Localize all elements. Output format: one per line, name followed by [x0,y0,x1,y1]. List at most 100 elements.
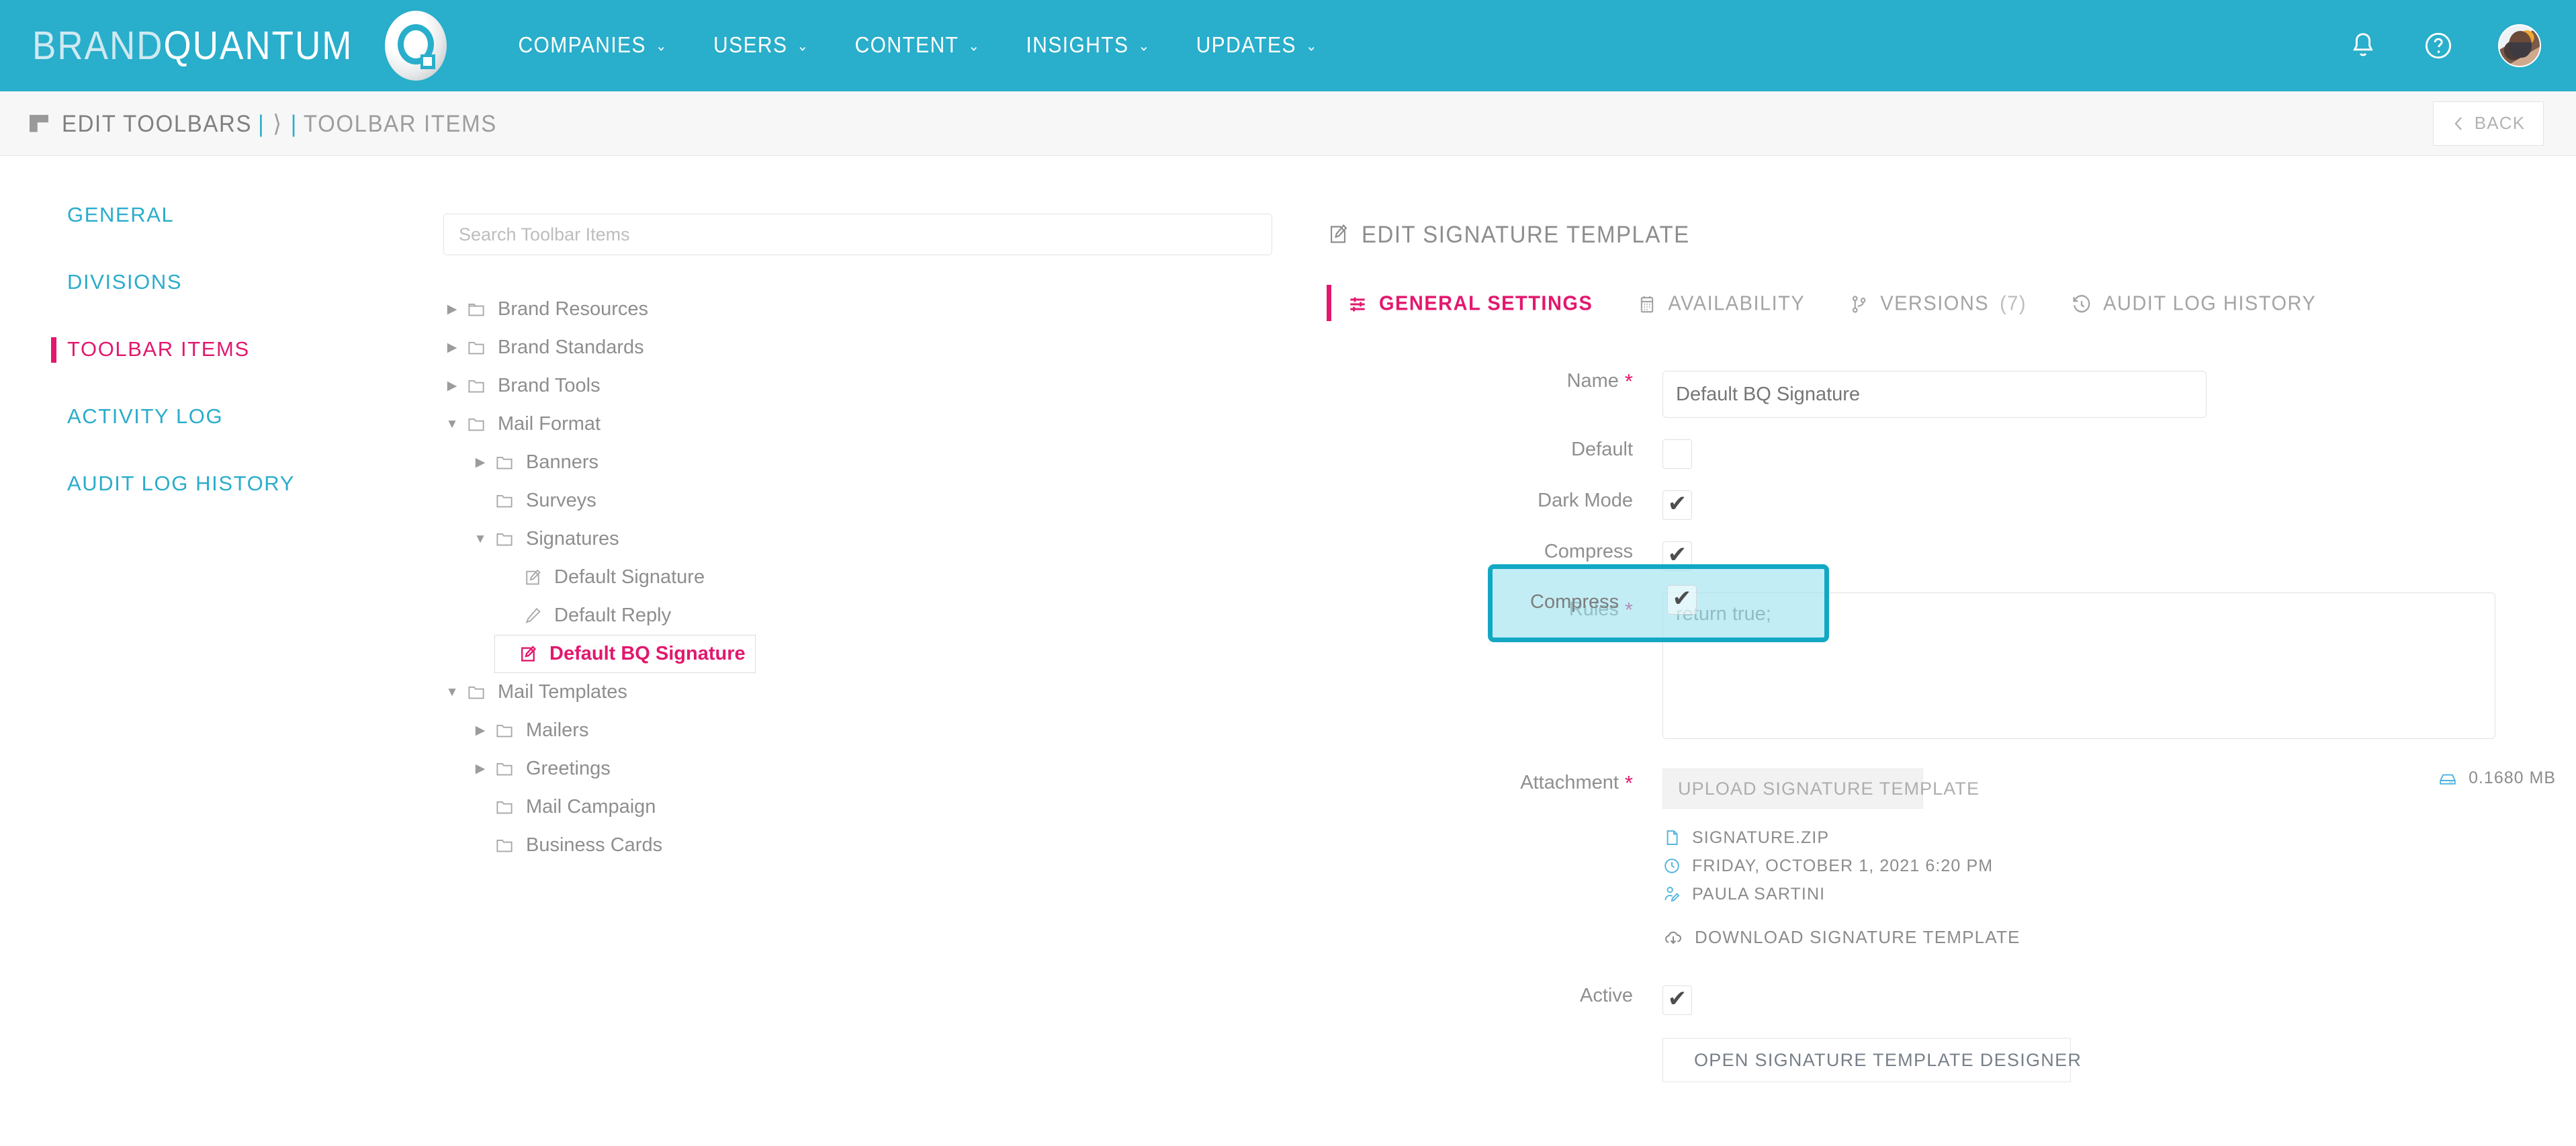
tree-node-label: Business Cards [526,834,663,856]
attachment-block: UPLOAD SIGNATURE TEMPLATE 0.1680 MB SIGN… [1662,768,2556,948]
general-settings-form: Name * Default ✔ Dark Mode ✔ Compress [1327,370,2556,1082]
header-actions [2348,24,2541,67]
nav-item-insights[interactable]: INSIGHTS ⌄ [1004,33,1173,58]
clock-icon [1664,858,1679,873]
tree-node-mail-format[interactable]: ▼ Mail Format [443,405,1290,443]
chevron-down-icon[interactable]: ▼ [472,531,489,548]
breadcrumb-separator-2: | [290,109,298,136]
tree-node-brand-tools[interactable]: ▶ Brand Tools [443,367,1290,405]
tree-node-default-reply[interactable]: ▶ Default Reply [443,597,1290,635]
bell-icon[interactable] [2348,30,2379,61]
compress-label: Compress [1327,541,1662,563]
main-menu: COMPANIES ⌄ USERS ⌄ CONTENT ⌄ INSIGHTS ⌄… [495,33,1341,58]
tree-node-mailers[interactable]: ▶ Mailers [443,711,1290,750]
tab-label: AVAILABILITY [1668,292,1806,315]
search-input[interactable] [443,214,1272,255]
file-size-label: 0.1680 MB [2469,768,2556,787]
nav-item-companies[interactable]: COMPANIES ⌄ [495,33,691,58]
tree-node-label: Mailers [526,719,589,741]
sidebar-item-divisions[interactable]: DIVISIONS [0,249,416,316]
tree-node-default-bq-signature[interactable]: ▶ Default BQ Signature [494,635,756,673]
upload-signature-template-button[interactable]: UPLOAD SIGNATURE TEMPLATE [1662,768,1979,809]
tab-label: GENERAL SETTINGS [1379,292,1593,315]
tab-general-settings[interactable]: GENERAL SETTINGS [1347,292,1593,316]
chevron-right-icon[interactable]: ▶ [443,339,461,357]
rules-textarea[interactable]: return true; [1662,592,2495,739]
check-mark-icon: ✔ [1667,986,1687,1012]
logo-tail-cut [423,57,433,66]
nav-item-users[interactable]: USERS ⌄ [691,33,832,58]
tree-node-business-cards[interactable]: ▶ Business Cards [443,826,1290,865]
field-row-compress: Compress ✔ [1327,541,2556,571]
brand-logotype-suffix: QUANTUM [163,23,353,69]
sidebar-item-activity-log[interactable]: ACTIVITY LOG [0,383,416,450]
breadcrumb-edit-toolbars[interactable]: EDIT TOOLBARS [62,109,252,137]
brand-logotype[interactable]: BRANDQUANTUM [32,23,353,69]
compress-checkbox[interactable]: ✔ [1662,541,1692,571]
toolbar-items-tree: ▶ Brand Resources ▶ Brand Standards ▶ Br… [443,290,1290,865]
attachment-file-name: SIGNATURE.ZIP [1692,828,1830,847]
attachment-label-text: Attachment [1520,772,1619,793]
nav-item-updates[interactable]: UPDATES ⌄ [1173,33,1341,58]
name-input[interactable] [1662,371,2207,418]
avatar[interactable] [2498,24,2541,67]
signature-edit-icon [1331,224,1347,243]
name-label-text: Name [1566,370,1619,392]
open-signature-template-designer-button[interactable]: OPEN SIGNATURE TEMPLATE DESIGNER [1662,1038,2081,1082]
back-button[interactable]: BACK [2433,101,2544,146]
nav-item-label: COMPANIES [518,33,646,58]
field-row-name: Name * [1327,370,2556,418]
folder-icon [496,762,513,775]
tree-node-label: Brand Tools [498,375,601,396]
sidebar-item-general[interactable]: GENERAL [0,181,416,249]
sidebar-item-audit-log-history[interactable]: AUDIT LOG HISTORY [0,450,416,517]
tree-node-brand-resources[interactable]: ▶ Brand Resources [443,290,1290,328]
nav-item-label: USERS [713,33,788,58]
tree-node-greetings[interactable]: ▶ Greetings [443,750,1290,788]
brand-logotype-prefix: BRAND [32,23,164,69]
pen-icon [525,607,541,623]
compress-highlight-checkbox[interactable]: ✔ [1667,585,1697,615]
brandquantum-q-logo-icon[interactable] [385,11,447,81]
field-row-rules: Rules * return true; [1327,592,2556,739]
question-circle-icon[interactable] [2423,30,2454,61]
chevron-right-icon[interactable]: ▶ [472,454,489,472]
compress-label-text: Compress [1544,541,1633,562]
tree-node-banners[interactable]: ▶ Banners [443,443,1290,482]
settings-sidebar: GENERAL DIVISIONS TOOLBAR ITEMS ACTIVITY… [0,181,416,517]
edit-signature-template-panel: EDIT SIGNATURE TEMPLATE GENERAL SETTINGS… [1327,220,2556,1082]
name-label: Name * [1327,370,1662,392]
tree-node-mail-templates[interactable]: ▼ Mail Templates [443,673,1290,711]
chevron-right-icon[interactable]: ▶ [472,722,489,740]
dark-mode-checkbox[interactable]: ✔ [1662,490,1692,520]
tab-version-count: (7) [2000,292,2027,315]
tree-node-mail-campaign[interactable]: ▶ Mail Campaign [443,788,1290,826]
tab-versions[interactable]: VERSIONS (7) [1849,292,2027,316]
tree-node-signatures[interactable]: ▼ Signatures [443,520,1290,558]
chevron-down-icon[interactable]: ▼ [443,684,461,701]
tree-node-label: Signatures [526,528,619,549]
sidebar-item-label: ACTIVITY LOG [67,404,224,428]
download-signature-template-link[interactable]: DOWNLOAD SIGNATURE TEMPLATE [1662,927,2556,948]
chevron-left-icon [2454,116,2462,130]
attachment-author: PAULA SARTINI [1692,884,1826,903]
chevron-right-icon[interactable]: ▶ [443,378,461,395]
attachment-author-row: PAULA SARTINI [1662,880,2556,908]
tree-node-surveys[interactable]: ▶ Surveys [443,482,1290,520]
active-checkbox[interactable]: ✔ [1662,985,1692,1015]
tab-availability[interactable]: AVAILABILITY [1637,292,1805,316]
sidebar-item-toolbar-items[interactable]: TOOLBAR ITEMS [0,316,416,383]
chevron-right-icon[interactable]: ▶ [472,760,489,778]
nav-item-content[interactable]: CONTENT ⌄ [832,33,1004,58]
chevron-right-icon[interactable]: ▶ [443,301,461,318]
tree-node-default-signature[interactable]: ▶ Default Signature [443,558,1290,597]
tree-node-label: Mail Format [498,413,601,435]
tab-audit-log-history[interactable]: AUDIT LOG HISTORY [2071,292,2316,316]
hard-drive-icon [2440,774,2456,785]
tree-node-brand-standards[interactable]: ▶ Brand Standards [443,328,1290,367]
breadcrumb-separator-1: | [258,109,265,136]
page-subheader: EDIT TOOLBARS | ⟩ | TOOLBAR ITEMS BACK [0,91,2576,156]
default-checkbox[interactable]: ✔ [1662,439,1692,469]
folder-icon [468,380,484,392]
chevron-down-icon[interactable]: ▼ [443,416,461,433]
